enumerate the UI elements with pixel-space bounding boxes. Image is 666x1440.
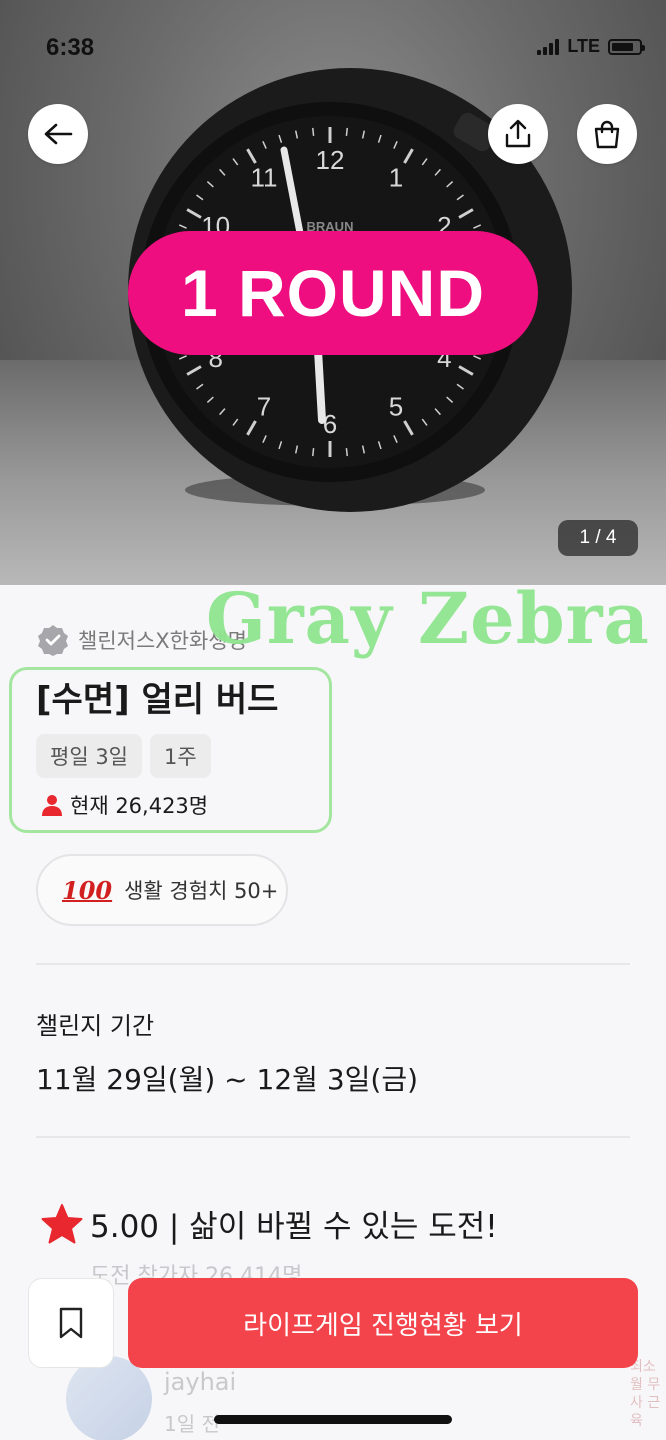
participant-count-text: 현재 26,423명	[70, 794, 209, 818]
clock-numeral: 12	[316, 145, 345, 175]
bookmark-icon	[59, 1307, 83, 1339]
rating-text: 5.00 | 삶이 바뀔 수 있는 도전!	[90, 1209, 498, 1245]
share-button[interactable]	[488, 104, 548, 164]
image-pager: 1 / 4	[558, 520, 638, 556]
review-thumbnail: 최소월 무사 근육	[630, 1359, 661, 1429]
status-indicators: LTE	[537, 36, 645, 57]
period-label: 챌린지 기간	[36, 1012, 155, 1040]
clock-numeral: 11	[251, 163, 278, 193]
person-icon	[42, 795, 62, 816]
signal-icon	[537, 38, 560, 55]
status-bar: 6:38 LTE	[0, 0, 666, 90]
tag-list: 평일 3일 1주	[36, 734, 211, 778]
rating-row: 5.00 | 삶이 바뀔 수 있는 도전!	[40, 1201, 498, 1246]
status-time: 6:38	[46, 34, 95, 61]
challenge-title: [수면] 얼리 버드	[36, 680, 279, 720]
clock-numeral: 1	[389, 163, 403, 193]
divider	[36, 1136, 630, 1138]
home-indicator	[214, 1415, 452, 1424]
review-author: jayhai	[164, 1368, 237, 1396]
shopping-bag-button[interactable]	[577, 104, 637, 164]
share-icon	[505, 119, 531, 148]
battery-icon	[608, 38, 645, 55]
clock-tick	[345, 448, 348, 457]
tag-duration: 1주	[150, 734, 211, 778]
bookmark-button[interactable]	[28, 1278, 114, 1368]
avatar	[66, 1356, 152, 1440]
clock-numeral: 5	[389, 391, 403, 421]
period-value: 11월 29일(월) ~ 12월 3일(금)	[36, 1063, 419, 1096]
hundred-points-icon: 100	[62, 875, 113, 905]
divider	[36, 963, 630, 965]
network-label: LTE	[567, 36, 600, 56]
tag-frequency: 평일 3일	[36, 734, 142, 778]
experience-chip[interactable]: 100 생활 경험치 50+	[36, 854, 288, 926]
clock-tick	[312, 127, 315, 136]
clock-minute-hand	[314, 346, 326, 424]
participant-count: 현재 26,423명	[40, 790, 208, 820]
clock-tick	[312, 448, 315, 457]
review-date: 1일 전	[164, 1412, 220, 1436]
verified-badge-icon	[38, 625, 68, 656]
back-button[interactable]	[28, 104, 88, 164]
progress-view-button[interactable]: 라이프게임 진행현황 보기	[128, 1278, 638, 1368]
experience-label: 생활 경험치 50+	[124, 879, 279, 903]
clock-tick	[345, 127, 348, 136]
star-icon	[41, 1203, 83, 1243]
round-badge: 1 ROUND	[128, 231, 538, 355]
arrow-left-icon	[44, 123, 73, 145]
watermark: Gray Zebra	[206, 577, 650, 660]
clock-numeral: 7	[257, 391, 271, 421]
shopping-bag-icon	[594, 120, 620, 149]
